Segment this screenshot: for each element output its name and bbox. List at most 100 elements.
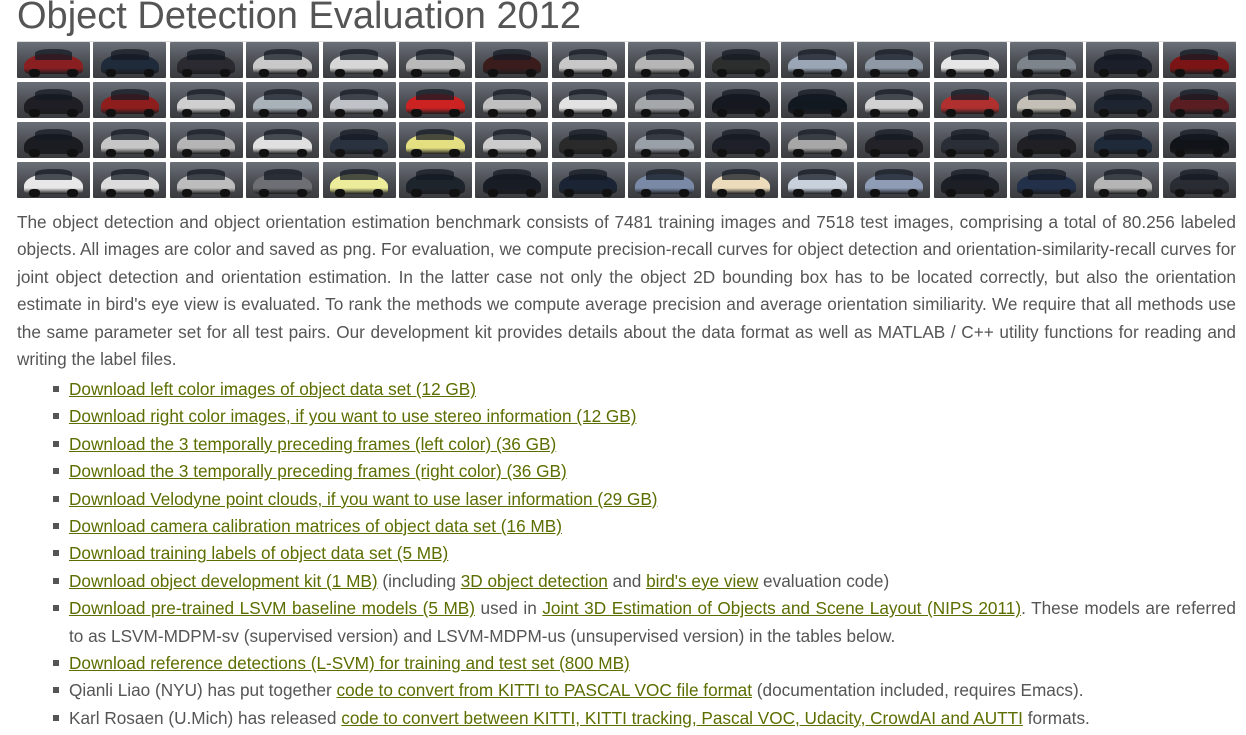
car-image-tile	[1086, 82, 1160, 118]
car-image-tile	[628, 42, 702, 78]
kitti-to-pascal-voc-link[interactable]: code to convert from KITTI to PASCAL VOC…	[337, 680, 753, 700]
car-image-tile	[628, 162, 702, 198]
benchmark-description: The object detection and object orientat…	[17, 212, 1236, 370]
car-image-tile	[704, 162, 778, 198]
car-image-tile	[17, 162, 90, 198]
car-image-tile	[17, 42, 90, 78]
car-image-tile	[246, 162, 320, 198]
car-image-tile	[1010, 82, 1084, 118]
car-image-tile	[246, 42, 320, 78]
car-image-tile	[93, 162, 167, 198]
car-image-tile	[551, 82, 625, 118]
download-right-color-link[interactable]: Download right color images, if you want…	[69, 406, 636, 426]
list-item: Download object development kit (1 MB) (…	[52, 568, 1236, 595]
download-devkit-link[interactable]: Download object development kit (1 MB)	[69, 571, 378, 591]
lsvm-text-1: used in	[474, 598, 543, 619]
download-preceding-right-link[interactable]: Download the 3 temporally preceding fram…	[69, 461, 567, 481]
list-item: Download the 3 temporally preceding fram…	[52, 431, 1236, 458]
car-image-tile	[551, 42, 625, 78]
bullet-icon	[53, 523, 59, 530]
car-image-tile	[780, 162, 854, 198]
car-image-tile	[169, 42, 243, 78]
car-image-tile	[628, 122, 702, 158]
kitti-conversion-tools-link[interactable]: code to convert between KITTI, KITTI tra…	[341, 708, 1023, 728]
car-image-tile	[704, 122, 778, 158]
car-image-tile	[857, 162, 931, 198]
car-image-tile	[93, 42, 167, 78]
joint-3d-estimation-paper-link[interactable]: Joint 3D Estimation of Objects and Scene…	[542, 598, 1021, 618]
download-calibration-link[interactable]: Download camera calibration matrices of …	[69, 516, 562, 536]
car-image-tile	[1086, 42, 1160, 78]
car-image-tile	[933, 82, 1007, 118]
karl-text-2: formats.	[1022, 707, 1090, 728]
car-image-tile	[857, 82, 931, 118]
car-image-tile	[1162, 42, 1236, 78]
list-item: Download the 3 temporally preceding fram…	[52, 458, 1236, 485]
car-image-tile	[322, 162, 396, 198]
download-reference-detections-link[interactable]: Download reference detections (L-SVM) fo…	[69, 653, 630, 673]
car-image-tile	[1010, 122, 1084, 158]
birds-eye-view-link[interactable]: bird's eye view	[646, 571, 758, 591]
list-item: Download camera calibration matrices of …	[52, 513, 1236, 540]
bullet-icon	[53, 687, 59, 694]
car-image-tile	[1010, 162, 1084, 198]
car-image-tile	[780, 42, 854, 78]
car-image-tile	[1086, 122, 1160, 158]
car-image-tile	[398, 162, 472, 198]
bullet-icon	[53, 660, 59, 667]
download-velodyne-link[interactable]: Download Velodyne point clouds, if you w…	[69, 489, 658, 509]
car-image-tile	[933, 122, 1007, 158]
bullet-icon	[53, 386, 59, 392]
bullet-icon	[53, 577, 59, 584]
car-image-tile	[322, 122, 396, 158]
devkit-text-2: and	[607, 570, 647, 591]
qianli-text-1: Qianli Liao (NYU) has put together	[69, 680, 337, 701]
car-image-tile	[1086, 162, 1160, 198]
car-image-tile	[933, 42, 1007, 78]
bullet-icon	[53, 550, 59, 557]
car-image-tile	[704, 42, 778, 78]
car-image-tile	[780, 122, 854, 158]
bullet-icon	[53, 440, 59, 447]
car-image-tile	[322, 42, 396, 78]
car-image-tile	[246, 122, 320, 158]
3d-object-detection-link[interactable]: 3D object detection	[461, 571, 608, 591]
downloads-list: Download left color images of object dat…	[52, 376, 1236, 732]
bullet-icon	[53, 714, 59, 721]
devkit-text-3: evaluation code)	[758, 570, 890, 591]
car-image-tile	[17, 82, 90, 118]
list-item: Download right color images, if you want…	[52, 403, 1236, 430]
bullet-icon	[53, 605, 59, 612]
download-lsvm-models-link[interactable]: Download pre-trained LSVM baseline model…	[69, 598, 475, 618]
car-image-tile	[857, 122, 931, 158]
car-image-tile	[398, 122, 472, 158]
car-image-tile	[475, 82, 549, 118]
car-image-tile	[1162, 122, 1236, 158]
list-item: Download pre-trained LSVM baseline model…	[52, 595, 1236, 650]
page: Object Detection Evaluation 2012 The obj…	[0, 0, 1246, 735]
qianli-text-2: (documentation included, requires Emacs)…	[752, 680, 1084, 701]
car-image-tile	[398, 42, 472, 78]
car-image-tile	[322, 82, 396, 118]
list-item: Qianli Liao (NYU) has put together code …	[52, 677, 1236, 704]
download-preceding-left-link[interactable]: Download the 3 temporally preceding fram…	[69, 434, 556, 454]
car-image-tile	[475, 42, 549, 78]
car-image-tile	[1010, 42, 1084, 78]
car-image-tile	[398, 82, 472, 118]
car-image-tile	[475, 122, 549, 158]
car-image-tile	[551, 162, 625, 198]
car-image-tile	[93, 122, 167, 158]
list-item: Download Velodyne point clouds, if you w…	[52, 486, 1236, 513]
bullet-icon	[53, 413, 59, 420]
car-image-tile	[551, 122, 625, 158]
car-image-tile	[857, 42, 931, 78]
list-item: Download left color images of object dat…	[52, 376, 1236, 403]
car-image-tile	[169, 162, 243, 198]
download-training-labels-link[interactable]: Download training labels of object data …	[69, 543, 448, 563]
car-image-tile	[17, 122, 90, 158]
page-title: Object Detection Evaluation 2012	[17, 0, 582, 37]
car-image-mosaic	[17, 42, 1236, 200]
car-image-tile	[780, 82, 854, 118]
download-left-color-link[interactable]: Download left color images of object dat…	[69, 379, 476, 399]
karl-text-1: Karl Rosaen (U.Mich) has released	[69, 707, 342, 728]
